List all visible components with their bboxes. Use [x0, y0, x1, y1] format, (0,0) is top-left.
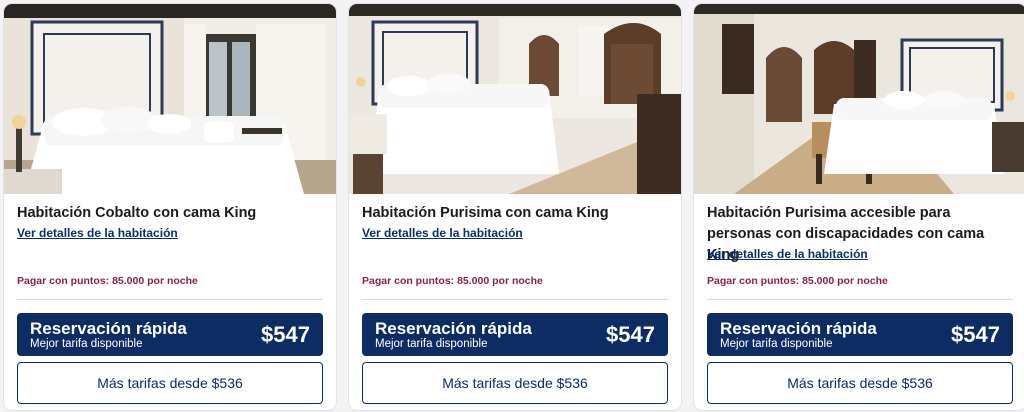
quick-booking-title: Reservación rápida — [720, 319, 877, 338]
quick-booking-title: Reservación rápida — [375, 319, 532, 338]
room-details-link[interactable]: Ver detalles de la habitación — [707, 247, 868, 261]
room-card-purisima-accessible: Habitación Purisima accesible para perso… — [694, 4, 1024, 410]
room-photo[interactable] — [694, 4, 1024, 194]
best-rate-label: Mejor tarifa disponible — [375, 338, 488, 350]
best-rate-label: Mejor tarifa disponible — [720, 338, 833, 350]
quick-booking-button[interactable]: Reservación rápida Mejor tarifa disponib… — [707, 313, 1013, 356]
more-rates-button[interactable]: Más tarifas desde $536 — [707, 362, 1013, 404]
room-photo[interactable] — [4, 4, 336, 194]
room-details-link[interactable]: Ver detalles de la habitación — [17, 226, 178, 240]
more-rates-button[interactable]: Más tarifas desde $536 — [362, 362, 668, 404]
quick-booking-title: Reservación rápida — [30, 319, 187, 338]
more-rates-button[interactable]: Más tarifas desde $536 — [17, 362, 323, 404]
room-photo[interactable] — [349, 4, 681, 194]
quick-booking-button[interactable]: Reservación rápida Mejor tarifa disponib… — [362, 313, 668, 356]
room-title: Habitación Cobalto con cama King — [17, 205, 257, 221]
quick-booking-price: $547 — [951, 322, 1000, 347]
divider — [362, 299, 668, 300]
room-title: Habitación Purisima con cama King — [362, 205, 609, 221]
room-card-cobalto: Habitación Cobalto con cama King Ver det… — [4, 4, 336, 410]
room-details-link[interactable]: Ver detalles de la habitación — [362, 226, 523, 240]
points-price: Pagar con puntos: 85.000 por noche — [17, 275, 198, 287]
quick-booking-price: $547 — [261, 322, 310, 347]
divider — [17, 299, 323, 300]
quick-booking-price: $547 — [606, 322, 655, 347]
points-price: Pagar con puntos: 85.000 por noche — [362, 275, 543, 287]
divider — [707, 299, 1013, 300]
room-card-purisima: Habitación Purisima con cama King Ver de… — [349, 4, 681, 410]
quick-booking-button[interactable]: Reservación rápida Mejor tarifa disponib… — [17, 313, 323, 356]
points-price: Pagar con puntos: 85.000 por noche — [707, 275, 888, 287]
best-rate-label: Mejor tarifa disponible — [30, 338, 143, 350]
